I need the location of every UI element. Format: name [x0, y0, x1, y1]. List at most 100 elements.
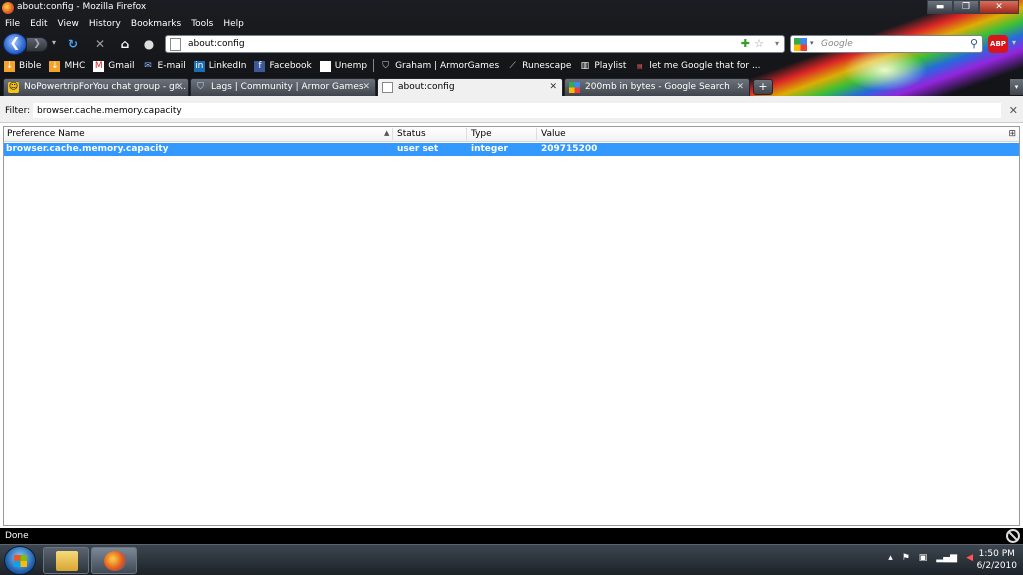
blocked-icon[interactable] [1006, 529, 1020, 543]
menu-history[interactable]: History [84, 17, 126, 31]
bookmark-unemp[interactable]: Unemp [316, 58, 371, 74]
page-icon [382, 82, 393, 93]
system-clock[interactable]: 1:50 PM 6/2/2010 [977, 548, 1017, 572]
new-tab-button[interactable]: + [753, 79, 773, 95]
firefox-icon [104, 551, 126, 571]
action-center-flag-icon[interactable]: ⚑ [902, 553, 910, 563]
url-bar[interactable]: about:config ✚ ☆ ▾ [165, 35, 785, 53]
bookmark-gmail[interactable]: M Gmail [89, 58, 138, 74]
title-bar: about:config - Mozilla Firefox ▬ ❐ ✕ [0, 0, 1023, 16]
forward-button[interactable]: ❯ [26, 37, 48, 52]
menu-help[interactable]: Help [218, 17, 249, 31]
column-divider[interactable] [536, 128, 537, 140]
bookmark-email[interactable]: ✉ E-mail [139, 58, 190, 74]
menu-bar: File Edit View History Bookmarks Tools H… [0, 17, 249, 31]
bookmark-icon: ↓ [49, 60, 61, 72]
tab-label: Lags | Community | Armor Games [211, 82, 364, 92]
show-hidden-icons-icon[interactable]: ▴ [888, 553, 893, 563]
row-type: integer [471, 144, 508, 154]
bookmark-facebook[interactable]: f Facebook [250, 58, 315, 74]
page-icon [170, 38, 181, 51]
search-icon[interactable]: ⚲ [970, 37, 978, 50]
chevron-down-icon: ▾ [1014, 83, 1019, 91]
column-status[interactable]: Status [397, 129, 426, 139]
tab-list-button[interactable]: ▾ [1010, 79, 1023, 95]
home-button[interactable]: ⌂ [117, 36, 133, 52]
maximize-button[interactable]: ❐ [953, 0, 979, 14]
menu-tools[interactable]: Tools [186, 17, 218, 31]
playlist-icon: ▥ [580, 60, 590, 71]
search-engine-dropdown-icon[interactable]: ▾ [810, 39, 814, 47]
sort-ascending-icon: ▲ [384, 129, 390, 137]
history-dropdown-icon[interactable]: ▾ [52, 38, 56, 47]
forward-arrow-icon: ❯ [33, 39, 41, 49]
taskbar-firefox[interactable] [91, 547, 137, 574]
google-icon[interactable] [794, 38, 807, 51]
column-preference-name[interactable]: Preference Name [7, 129, 85, 139]
menu-bookmarks[interactable]: Bookmarks [126, 17, 186, 31]
search-bar[interactable]: ▾ Google ⚲ [790, 35, 983, 53]
google-icon [569, 82, 580, 93]
addon-icon[interactable]: ✚ [741, 37, 750, 50]
taskbar-explorer[interactable] [43, 547, 89, 574]
bookmark-armorgames[interactable]: ⛉ Graham | ArmorGames [376, 58, 503, 74]
table-row[interactable]: browser.cache.memory.capacity user set i… [4, 143, 1019, 156]
about-config-page: Filter: browser.cache.memory.capacity ✕ … [0, 96, 1023, 528]
tab-armor-games[interactable]: ⛉ Lags | Community | Armor Games ✕ [190, 78, 376, 96]
minimize-button[interactable]: ▬ [927, 0, 953, 14]
tab-close-icon[interactable]: ✕ [549, 82, 557, 92]
clock-time: 1:50 PM [978, 549, 1015, 559]
menu-view[interactable]: View [53, 17, 84, 31]
tab-close-icon[interactable]: ✕ [736, 82, 744, 92]
clock-date: 6/2/2010 [976, 561, 1017, 571]
firefox-logo-icon [2, 2, 14, 14]
bookmark-label: Unemp [334, 61, 368, 71]
close-button[interactable]: ✕ [979, 0, 1019, 14]
reload-button[interactable]: ↻ [65, 36, 81, 52]
tab-about-config[interactable]: about:config ✕ [377, 78, 563, 96]
power-icon[interactable]: ▣ [919, 553, 928, 563]
back-button[interactable]: ❮ [3, 33, 27, 55]
bookmark-runescape[interactable]: ⟋ Runescape [503, 58, 575, 74]
plus-icon: + [758, 80, 768, 93]
bookmark-lmgtfy[interactable]: ▤ let me Google that for ... [630, 58, 764, 74]
bookmark-star-icon[interactable]: ☆ [754, 37, 764, 50]
bookmark-mhc[interactable]: ↓ MHC [45, 58, 89, 74]
volume-muted-icon[interactable]: ◀ [966, 553, 973, 563]
adblock-button[interactable]: ABP [988, 35, 1008, 53]
shield-icon: ⛉ [382, 60, 389, 71]
clear-filter-icon[interactable]: ✕ [1009, 104, 1018, 117]
tab-close-icon[interactable]: ✕ [175, 82, 183, 92]
bookmark-linkedin[interactable]: in LinkedIn [190, 58, 251, 74]
back-arrow-icon: ❮ [9, 36, 21, 51]
stop-button[interactable]: ✕ [92, 36, 108, 52]
tab-google-search[interactable]: 200mb in bytes - Google Search ✕ [564, 78, 750, 96]
extension-button[interactable]: ● [141, 36, 157, 52]
filter-input[interactable]: browser.cache.memory.capacity [32, 102, 1002, 119]
bookmark-bible[interactable]: ↓ Bible [0, 58, 45, 74]
toolbar-overflow-icon[interactable]: ▾ [1012, 38, 1016, 47]
column-divider[interactable] [392, 128, 393, 140]
windows-logo-icon [14, 555, 27, 567]
column-picker-icon[interactable]: ⊞ [1008, 129, 1016, 139]
filter-bar: Filter: browser.cache.memory.capacity ✕ [0, 96, 1023, 123]
tab-chat-group[interactable]: ☺ NoPowertripForYou chat group - gr... ✕ [3, 78, 189, 96]
bookmark-label: Graham | ArmorGames [395, 61, 500, 71]
start-button[interactable] [4, 546, 36, 575]
browser-chrome: about:config - Mozilla Firefox ▬ ❐ ✕ Fil… [0, 0, 1023, 96]
menu-file[interactable]: File [0, 17, 25, 31]
grid-header: Preference Name ▲ Status Type Value ⊞ [4, 127, 1019, 142]
bookmark-label: Facebook [269, 61, 312, 71]
menu-edit[interactable]: Edit [25, 17, 52, 31]
column-divider[interactable] [466, 128, 467, 140]
row-preference-name: browser.cache.memory.capacity [6, 144, 169, 154]
page-icon [319, 60, 331, 72]
column-type[interactable]: Type [471, 129, 492, 139]
system-tray: ▴ ⚑ ▣ ▂▄▆ ◀ [888, 553, 973, 563]
url-dropdown-icon[interactable]: ▾ [775, 39, 779, 48]
bookmark-playlist[interactable]: ▥ Playlist [575, 58, 630, 74]
tab-close-icon[interactable]: ✕ [362, 82, 370, 92]
column-value[interactable]: Value [541, 129, 566, 139]
row-status: user set [397, 144, 439, 154]
network-signal-icon[interactable]: ▂▄▆ [936, 553, 957, 563]
